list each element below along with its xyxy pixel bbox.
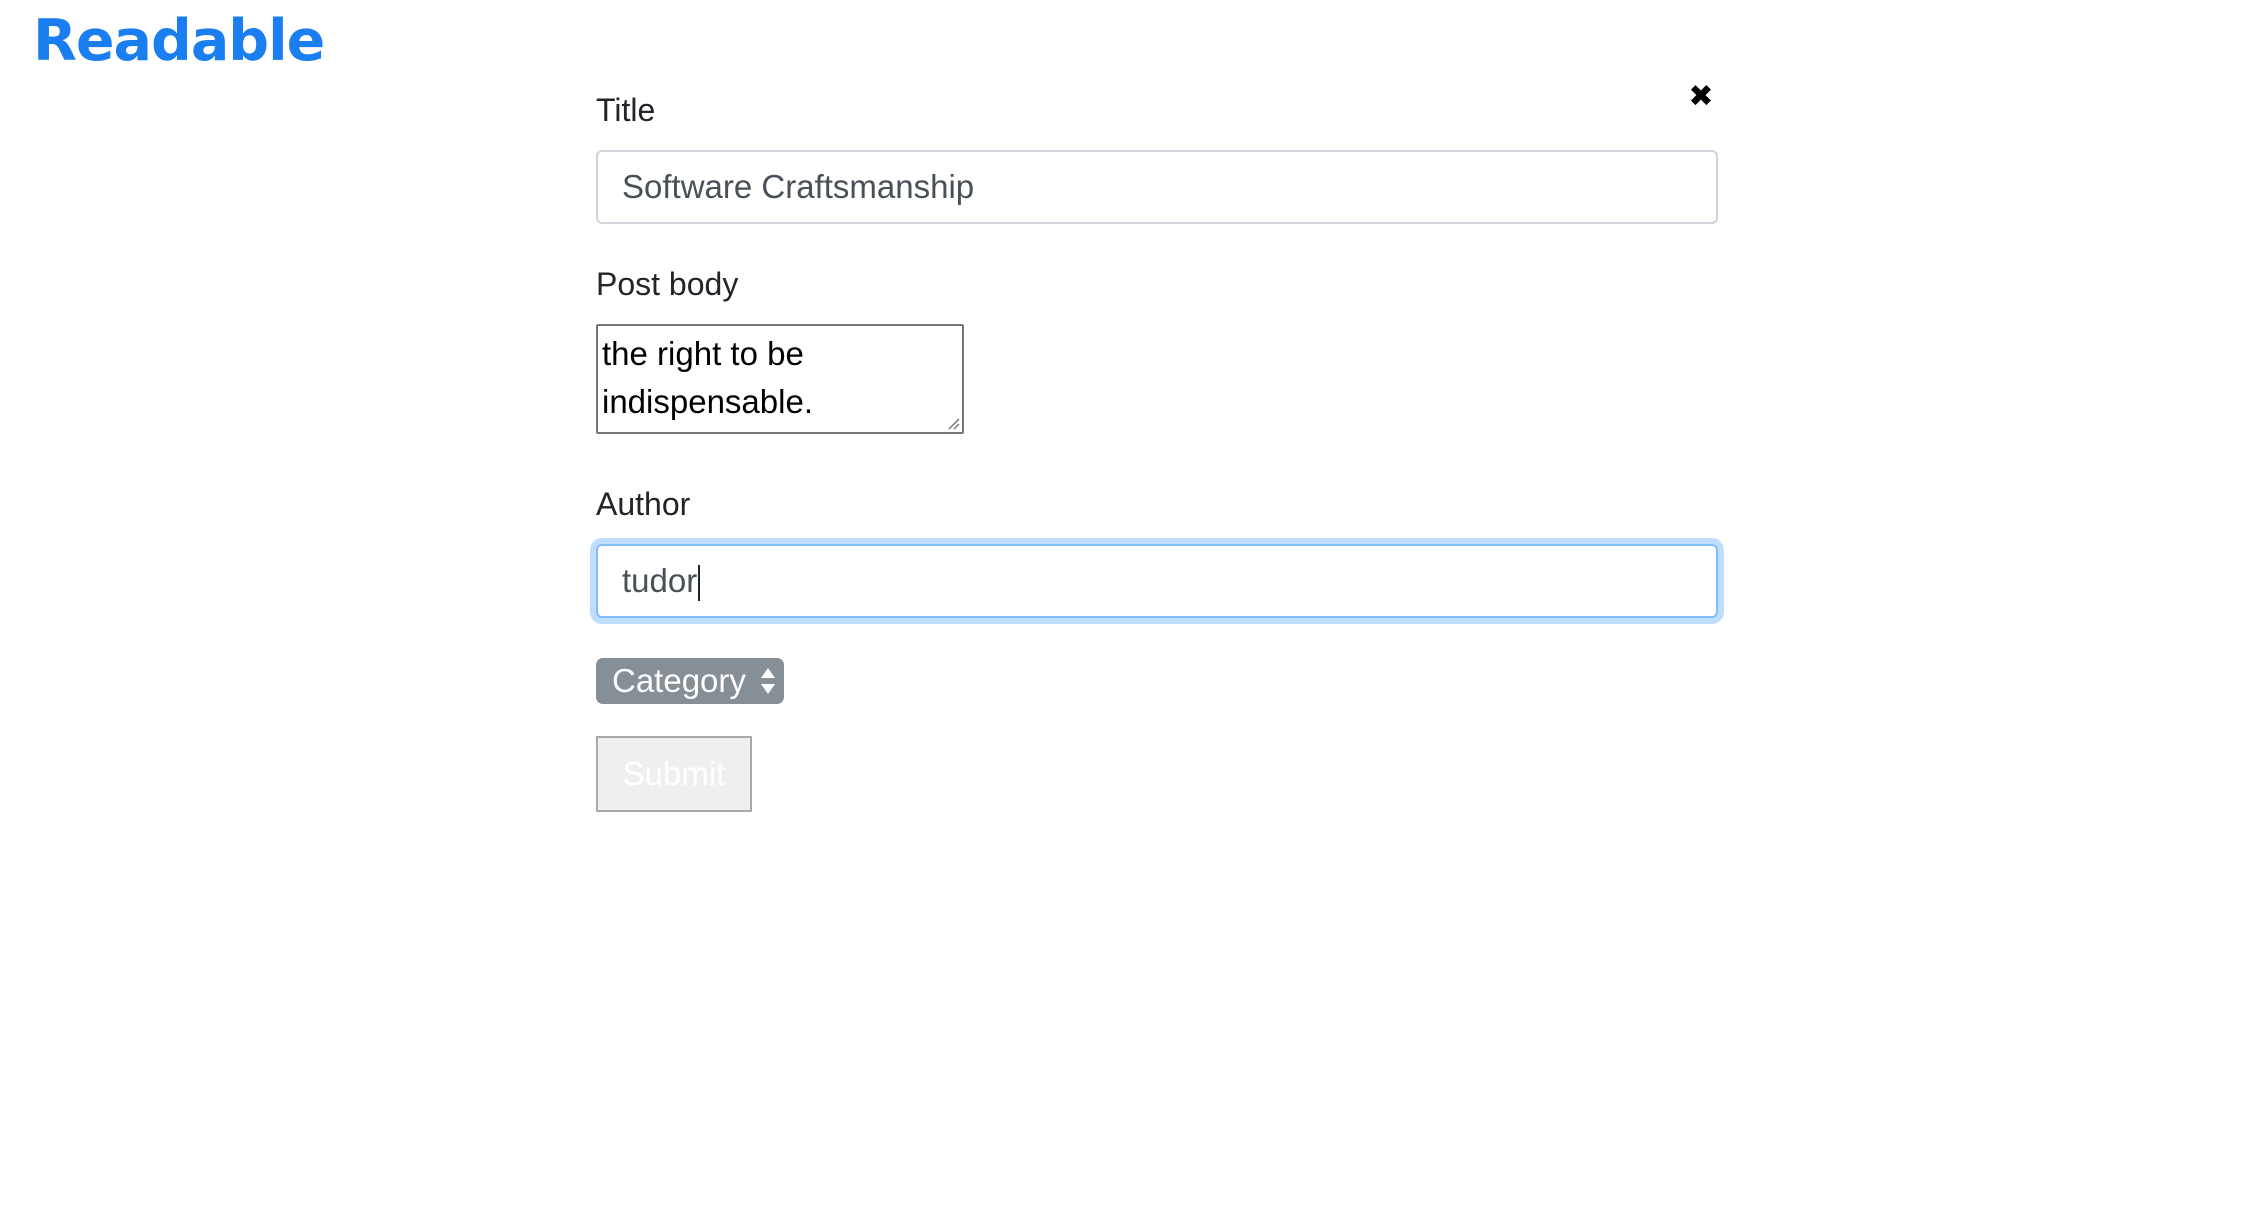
category-select-label: Category bbox=[612, 662, 746, 699]
close-icon[interactable]: ✖ bbox=[1686, 82, 1716, 112]
post-body-textarea[interactable]: the right to be indispensable. bbox=[596, 324, 964, 434]
app-logo[interactable]: Readable bbox=[33, 4, 325, 78]
text-caret bbox=[698, 565, 701, 602]
select-arrows-icon bbox=[761, 668, 775, 694]
new-post-form: ✖ Title Post body the right to be indisp… bbox=[594, 0, 1720, 1206]
author-input-value: tudor bbox=[622, 562, 698, 599]
submit-button[interactable]: Submit bbox=[596, 736, 752, 812]
title-input[interactable] bbox=[596, 150, 1718, 224]
author-label: Author bbox=[596, 486, 691, 522]
category-select[interactable]: Category bbox=[596, 658, 784, 704]
resize-grip-icon[interactable] bbox=[946, 416, 960, 430]
title-label: Title bbox=[596, 92, 656, 128]
post-body-label: Post body bbox=[596, 266, 739, 302]
author-input[interactable]: tudor bbox=[596, 544, 1718, 618]
